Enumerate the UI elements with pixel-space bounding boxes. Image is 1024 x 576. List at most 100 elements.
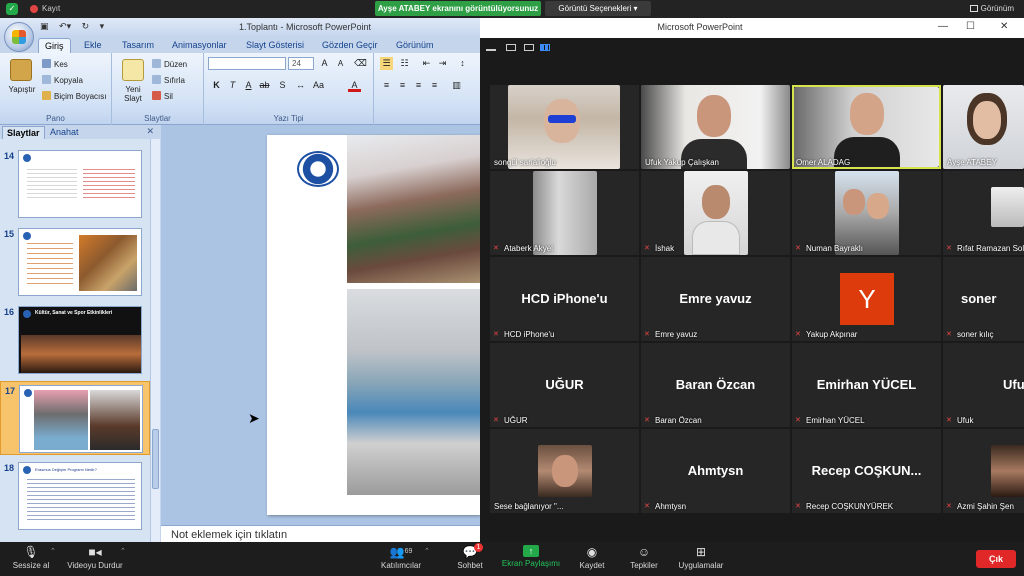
cut-button[interactable]: Kes <box>42 59 68 69</box>
participant-tile[interactable]: UĞUR ✕ UĞUR <box>490 343 639 427</box>
ppt-window-title: 1.Toplantı - Microsoft PowerPoint <box>238 22 372 32</box>
align-right-icon[interactable]: ≡ <box>412 79 425 92</box>
chevron-up-icon[interactable]: ⌃ <box>50 547 56 555</box>
speaker-view-icon[interactable] <box>506 44 516 51</box>
italic-icon[interactable]: T <box>226 79 239 92</box>
participant-tile[interactable]: Ufuk Yakup Çalışkan <box>641 85 790 169</box>
record-button[interactable]: ◉ Kaydet <box>574 545 610 570</box>
muted-mic-icon: ✕ <box>493 245 499 252</box>
participant-tile[interactable]: songül sarialioğlu <box>490 85 639 169</box>
line-spacing-icon[interactable]: ↕ <box>456 57 469 70</box>
slides-scrollbar[interactable] <box>150 139 160 544</box>
slide-thumb-16[interactable]: 16 Kültür, Sanat ve Spor Etkinlikleri <box>0 303 150 377</box>
shield-icon[interactable]: ✓ <box>6 3 18 15</box>
tab-view[interactable]: Görünüm <box>396 40 434 50</box>
underline-icon[interactable]: A <box>242 79 255 92</box>
slide-thumb-14[interactable]: 14 <box>0 147 150 221</box>
tab-review[interactable]: Gözden Geçir <box>322 40 378 50</box>
bullets-icon[interactable]: ☰ <box>380 57 393 70</box>
reset-button[interactable]: Sıfırla <box>152 75 185 85</box>
format-painter-button[interactable]: Biçim Boyacısı <box>42 91 106 101</box>
tab-outline[interactable]: Anahat <box>46 126 83 139</box>
minimize-gallery-icon[interactable] <box>486 44 496 51</box>
apps-button[interactable]: ⊞ Uygulamalar <box>676 545 726 570</box>
font-color-icon[interactable]: A <box>348 79 361 92</box>
muted-mic-icon: ✕ <box>644 417 650 424</box>
clear-format-icon[interactable]: ⌫ <box>354 57 367 70</box>
participant-tile[interactable]: Ufu ✕ Ufuk <box>943 343 1024 427</box>
participant-tile[interactable]: HCD iPhone'u ✕ HCD iPhone'u <box>490 257 639 341</box>
participant-tile[interactable]: Recep COŞKUN... ✕ Recep COŞKUNYÜREK <box>792 429 941 513</box>
slide-thumb-17[interactable]: 17 <box>0 381 150 455</box>
chevron-up-icon[interactable]: ⌃ <box>120 547 126 555</box>
font-size-field[interactable]: 24 <box>288 57 314 70</box>
char-spacing-icon[interactable]: ↔ <box>294 79 307 92</box>
participants-label: Katılımcılar <box>380 561 421 570</box>
participant-tile[interactable]: ✕ Ataberk Akyel <box>490 171 639 255</box>
tab-slideshow[interactable]: Slayt Gösterisi <box>246 40 304 50</box>
chat-button[interactable]: 💬 1 Sohbet <box>452 543 488 570</box>
participant-tile[interactable]: ✕ İshak <box>641 171 790 255</box>
close-icon[interactable]: ✕ <box>1000 21 1008 32</box>
chevron-up-icon[interactable]: ⌃ <box>424 547 430 555</box>
slide-thumb-15[interactable]: 15 <box>0 225 150 299</box>
view-button[interactable]: Görünüm <box>969 4 1014 13</box>
tab-design[interactable]: Tasarım <box>122 40 154 50</box>
align-left-icon[interactable]: ≡ <box>380 79 393 92</box>
font-name-field[interactable] <box>208 57 286 70</box>
participant-tile[interactable]: Baran Özcan ✕ Baran Özcan <box>641 343 790 427</box>
change-case-icon[interactable]: Aa <box>312 79 325 92</box>
mute-button[interactable]: 🎙 Sessize al ⌃ <box>10 545 56 570</box>
shadow-icon[interactable]: S <box>276 79 289 92</box>
participant-tile[interactable]: Sese bağlanıyor "... <box>490 429 639 513</box>
copy-button[interactable]: Kopyala <box>42 75 83 85</box>
reactions-button[interactable]: ☺ Tepkiler <box>624 545 664 570</box>
participant-tile[interactable]: soner ✕ soner kılıç <box>943 257 1024 341</box>
columns-icon[interactable]: ▥ <box>450 79 463 92</box>
participant-tile[interactable]: ✕ Azmi Şahin Şen <box>943 429 1024 513</box>
tab-home[interactable]: Giriş <box>38 38 71 54</box>
participant-tile[interactable]: Emirhan YÜCEL ✕ Emirhan YÜCEL <box>792 343 941 427</box>
participant-tile-active[interactable]: Omer ALADAG <box>792 85 941 169</box>
glasses <box>548 115 576 123</box>
text-lines <box>27 479 135 521</box>
decrease-indent-icon[interactable]: ⇤ <box>420 57 433 70</box>
gallery-view-icon[interactable] <box>540 44 550 51</box>
close-icon[interactable]: ✕ <box>146 126 154 137</box>
participant-tile[interactable]: ✕ Numan Bayraklı <box>792 171 941 255</box>
share-screen-button[interactable]: ↑ Ekran Paylaşımı <box>500 545 562 568</box>
leave-button[interactable]: Çık <box>976 550 1016 568</box>
participant-tile[interactable]: Y ✕ Yakup Akpınar <box>792 257 941 341</box>
slide-thumb-18[interactable]: 18 Erasmus Değişim Programı Nedir? <box>0 459 150 533</box>
participant-tile[interactable]: Ayşe ATABEY <box>943 85 1024 169</box>
view-options-button[interactable]: Görüntü Seçenekleri ▾ <box>545 1 651 16</box>
participants-button[interactable]: 👥69 Katılımcılar ⌃ <box>378 545 430 570</box>
numbering-icon[interactable]: ☷ <box>398 57 411 70</box>
maximize-icon[interactable]: ☐ <box>966 21 975 32</box>
slide-title: Kültür, Sanat ve Spor Etkinlikleri <box>35 310 113 316</box>
grow-font-icon[interactable]: A <box>318 57 331 70</box>
current-slide[interactable] <box>267 135 480 515</box>
new-slide-button[interactable]: Yeni Slayt <box>117 85 149 103</box>
justify-icon[interactable]: ≡ <box>428 79 441 92</box>
participant-video <box>684 171 748 255</box>
align-center-icon[interactable]: ≡ <box>396 79 409 92</box>
tab-insert[interactable]: Ekle <box>84 40 102 50</box>
participant-tile[interactable]: Emre yavuz ✕ Emre yavuz <box>641 257 790 341</box>
strip-view-icon[interactable] <box>524 44 534 51</box>
layout-button[interactable]: Düzen <box>152 59 187 69</box>
strikethrough-icon[interactable]: ab <box>258 79 271 92</box>
participant-tile[interactable]: Ahmtysn ✕ Ahmtysn <box>641 429 790 513</box>
tab-slides[interactable]: Slaytlar <box>2 126 45 139</box>
participant-tile[interactable]: ✕ Rıfat Ramazan Sol <box>943 171 1024 255</box>
minimize-icon[interactable]: — <box>938 21 948 32</box>
paste-button[interactable]: Yapıştır <box>7 85 37 94</box>
shrink-font-icon[interactable]: A <box>334 57 347 70</box>
office-button[interactable] <box>4 22 34 52</box>
stop-video-button[interactable]: ■◂ Videoyu Durdur ⌃ <box>64 545 126 570</box>
increase-indent-icon[interactable]: ⇥ <box>436 57 449 70</box>
scroll-thumb[interactable] <box>152 429 159 489</box>
delete-button[interactable]: Sil <box>152 91 173 101</box>
tab-animations[interactable]: Animasyonlar <box>172 40 227 50</box>
bold-icon[interactable]: K <box>210 79 223 92</box>
